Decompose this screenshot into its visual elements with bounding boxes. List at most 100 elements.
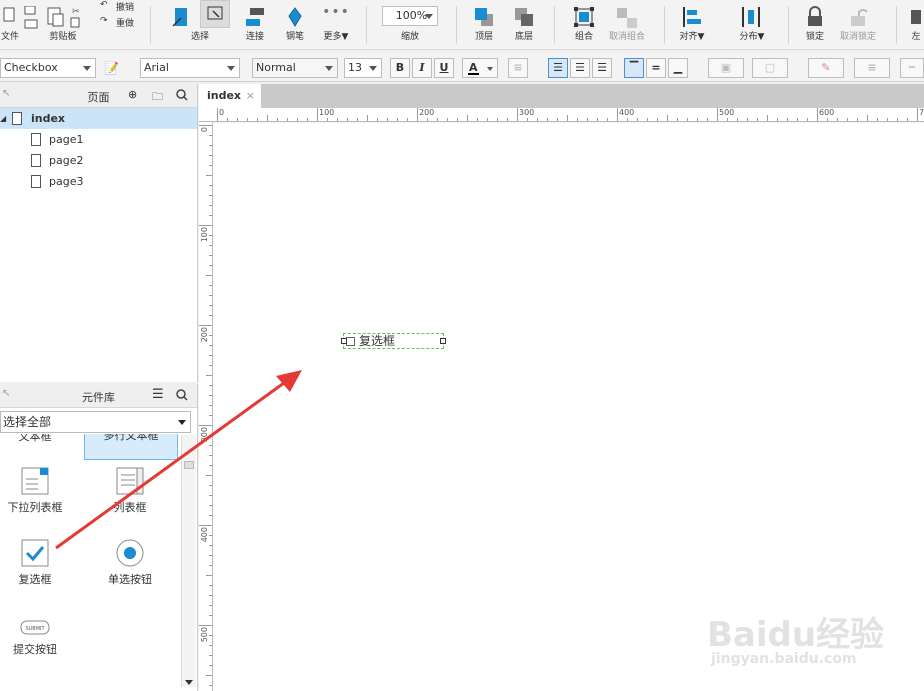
ruler-tick: [737, 118, 738, 121]
text-align-left-icon: ☰: [553, 61, 563, 74]
ruler-tick: [209, 185, 212, 186]
left-label: 左: [911, 32, 921, 42]
add-folder-icon[interactable]: 🗀: [152, 88, 163, 107]
ungroup-button[interactable]: 取消组合: [604, 0, 650, 50]
toolbar-divider: [366, 6, 367, 44]
design-canvas[interactable]: 复选框 Baidu经验 jingyan.baidu.com: [213, 123, 924, 691]
font-color-button[interactable]: A: [462, 58, 498, 78]
widget-label: 多行文本框: [103, 434, 159, 442]
italic-button[interactable]: I: [412, 58, 432, 78]
close-icon[interactable]: ×: [246, 84, 255, 108]
resize-handle-left[interactable]: [341, 338, 347, 344]
file-button[interactable]: 文件: [0, 0, 20, 50]
bring-front-button[interactable]: 顶层: [468, 0, 500, 50]
unlock-button[interactable]: 取消锁定: [836, 0, 880, 50]
line-width-button[interactable]: ≡: [854, 58, 890, 78]
menu-icon[interactable]: ☰: [152, 387, 164, 402]
widget-radio[interactable]: 单选按钮: [85, 538, 175, 590]
redo-button[interactable]: ↷ 重做: [98, 16, 140, 30]
more-label: 更多▼: [323, 32, 349, 42]
document-tabbar: index ×: [199, 84, 924, 108]
group-button[interactable]: 组合: [568, 0, 600, 50]
font-size-select[interactable]: 13: [344, 58, 382, 78]
page-item-index[interactable]: ◢ index: [0, 108, 197, 129]
align-button[interactable]: 对齐▼: [674, 0, 710, 50]
ruler-tick: [617, 108, 618, 121]
align-bottom-button[interactable]: ▁: [668, 58, 688, 78]
left-align-button[interactable]: 左: [908, 0, 924, 50]
ruler-tick: [209, 415, 212, 416]
line-color-button[interactable]: ✎: [808, 58, 844, 78]
chevron-down-icon: [83, 66, 91, 71]
add-page-icon[interactable]: ⊕: [128, 88, 137, 101]
ruler-tick: [209, 595, 212, 596]
widget-type-select[interactable]: Checkbox: [0, 58, 96, 78]
bold-button[interactable]: B: [390, 58, 410, 78]
checkbox-widget[interactable]: 复选框: [341, 333, 446, 349]
select-button[interactable]: 选择: [170, 0, 230, 50]
resize-handle-right[interactable]: [440, 338, 446, 344]
font-family-select[interactable]: Arial: [140, 58, 240, 78]
align-middle-button[interactable]: =: [646, 58, 666, 78]
toolbar-divider: [788, 6, 789, 44]
bullet-list-button[interactable]: ≡: [508, 58, 528, 78]
pages-panel: ↖ 页面 ⊕ 🗀 ◢ index page1 page2 page3: [0, 84, 198, 382]
scroll-down-icon[interactable]: [185, 680, 193, 685]
zoom-select[interactable]: 100%: [382, 6, 438, 26]
ruler-tick: [209, 315, 212, 316]
ruler-tick: [457, 118, 458, 121]
checkbox-icon: [21, 539, 49, 567]
clipboard-button[interactable]: ✂ 剪贴板: [44, 0, 82, 50]
search-icon[interactable]: [176, 89, 188, 101]
scrollbar-thumb[interactable]: [184, 461, 194, 469]
library-scrollbar[interactable]: [181, 435, 196, 687]
ruler-tick: [627, 118, 628, 121]
shadow-button[interactable]: ▢: [752, 58, 788, 78]
ruler-tick: [827, 118, 828, 121]
underline-button[interactable]: U: [434, 58, 454, 78]
ruler-tick: [209, 215, 212, 216]
library-filter-select[interactable]: 选择全部: [0, 411, 191, 433]
fill-color-button[interactable]: ▣: [708, 58, 744, 78]
ruler-tick: [557, 118, 558, 121]
ruler-tick: [507, 118, 508, 121]
page-item-page1[interactable]: page1: [0, 129, 197, 150]
line-style-button[interactable]: ┅: [900, 58, 924, 78]
ruler-tick: [209, 445, 212, 446]
tab-index[interactable]: index ×: [199, 84, 261, 108]
ruler-tick: [317, 108, 318, 121]
lock-button[interactable]: 锁定: [800, 0, 830, 50]
new-folder-button[interactable]: [22, 0, 40, 50]
distribute-button[interactable]: 分布▼: [734, 0, 770, 50]
widget-textarea[interactable]: 多行文本框: [84, 434, 178, 460]
zoom-control[interactable]: 100% 缩放: [380, 0, 440, 50]
more-button[interactable]: ••• 更多▼: [318, 0, 354, 50]
page-item-page3[interactable]: page3: [0, 171, 197, 192]
align-right-text-button[interactable]: ☰: [592, 58, 612, 78]
pen-button[interactable]: 钢笔: [280, 0, 310, 50]
widget-checkbox[interactable]: 复选框: [0, 538, 80, 590]
connect-button[interactable]: 连接: [240, 0, 270, 50]
font-style-select[interactable]: Normal: [252, 58, 338, 78]
widget-submit[interactable]: SUBMIT 提交按钮: [0, 618, 80, 670]
widget-dropdown[interactable]: 下拉列表框: [0, 466, 80, 518]
send-back-button[interactable]: 底层: [508, 0, 540, 50]
pages-panel-header: ↖ 页面 ⊕ 🗀: [0, 84, 197, 108]
align-left-text-button[interactable]: ☰: [548, 58, 568, 78]
ruler-tick: [206, 675, 212, 676]
ruler-tick: [209, 305, 212, 306]
ruler-tick: [209, 245, 212, 246]
expand-icon[interactable]: ◢: [0, 108, 6, 129]
page-item-page2[interactable]: page2: [0, 150, 197, 171]
search-icon[interactable]: [176, 389, 188, 401]
app-window: 文件 ✂ 剪贴板 ↶ 撤销 ↷ 重做 选择 连接 钢笔 ••• 更多▼ 100%…: [0, 0, 924, 691]
widget-textbox[interactable]: 文本框: [0, 434, 80, 442]
style-edit-icon[interactable]: 📝: [104, 61, 119, 75]
align-center-text-button[interactable]: ☰: [570, 58, 590, 78]
ruler-tick: [206, 175, 212, 176]
align-top-button[interactable]: ▔: [624, 58, 644, 78]
format-toolbar: Checkbox 📝 Arial Normal 13 B I U A ≡ ☰ ☰…: [0, 55, 924, 82]
widget-listbox[interactable]: 列表框: [85, 466, 175, 518]
widget-label: 文本框: [18, 434, 52, 442]
distribute-icon: [742, 7, 760, 27]
